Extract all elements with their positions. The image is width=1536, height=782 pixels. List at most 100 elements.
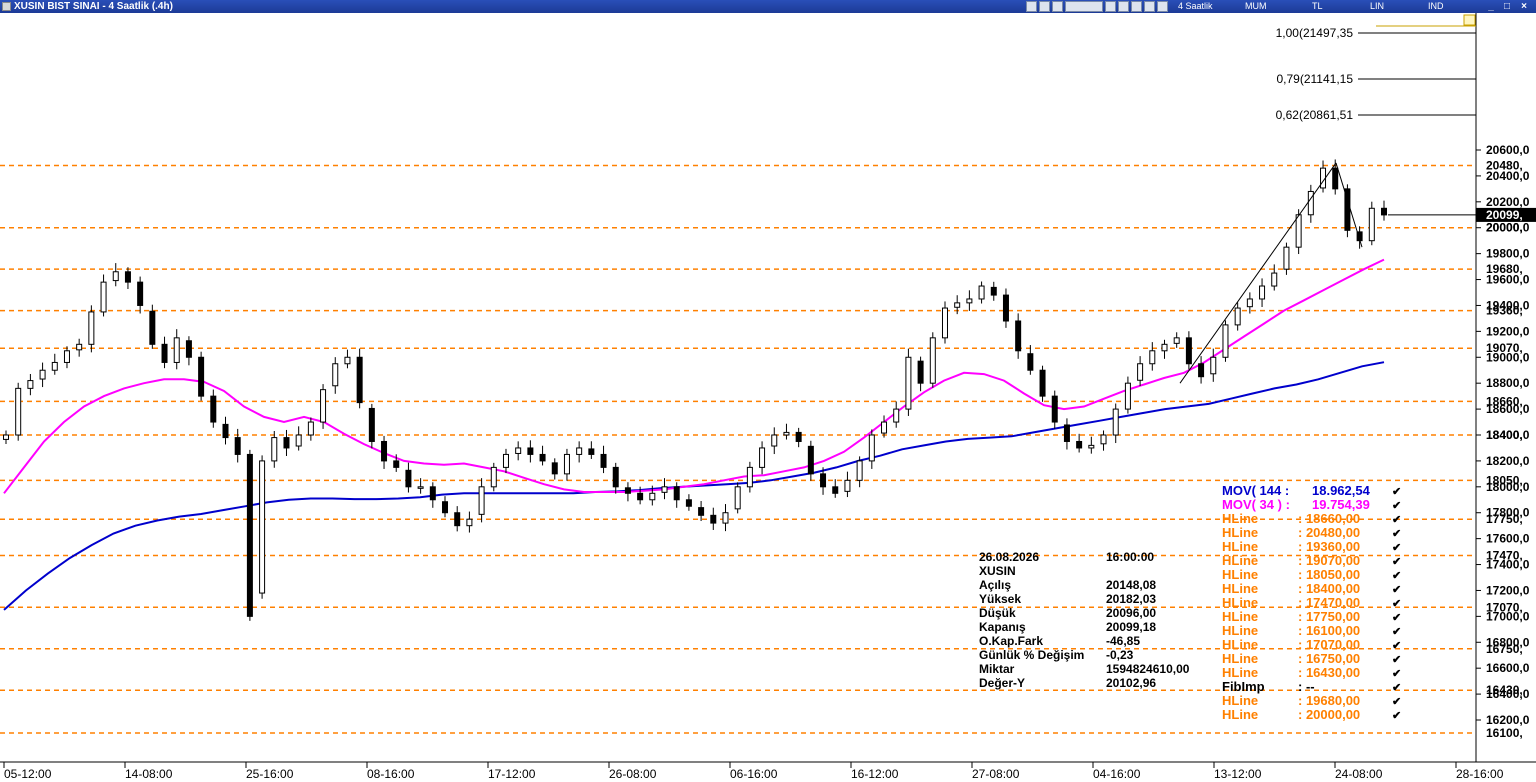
info-value: -0,23: [1106, 648, 1134, 662]
legend-value: 18.962,54: [1312, 483, 1371, 498]
y-tick-label: 17600,0: [1486, 532, 1530, 546]
ma34-polyline: [3, 258, 1385, 494]
indicator-legend: MOV( 144 : 18.962,54 ✔ MOV( 34 ) : 19.754,39…: [1222, 483, 1401, 722]
candle-body: [1161, 343, 1168, 352]
candle-body: [600, 453, 607, 468]
toolbar-btn-4[interactable]: [1105, 1, 1116, 12]
candle-body: [246, 453, 253, 617]
toolbar-btn-8[interactable]: [1157, 1, 1168, 12]
toolbar-btn-6[interactable]: [1131, 1, 1142, 12]
candle-body: [137, 281, 144, 306]
info-label: Günlük % Değişim: [979, 648, 1084, 662]
candle-body: [1002, 294, 1009, 322]
candle-body: [368, 407, 375, 442]
candle-body: [1112, 408, 1119, 436]
legend-checkmark-icon: ✔: [1392, 486, 1401, 498]
toolbar-btn-2[interactable]: [1039, 1, 1050, 12]
legend-name: HLine: [1222, 651, 1258, 666]
candle-body: [51, 361, 58, 371]
candle-body: [698, 507, 705, 516]
candle-body: [1283, 246, 1290, 270]
candle-body: [539, 453, 546, 462]
trend-lines: [1179, 162, 1363, 384]
candle-body: [259, 460, 266, 594]
toolbar: [1026, 1, 1168, 12]
candle-body: [1076, 440, 1083, 449]
candle-body: [637, 492, 644, 501]
legend-value: : 20480,00: [1298, 525, 1360, 540]
minimize-icon[interactable]: _: [1484, 1, 1498, 12]
info-label: Açılış: [979, 578, 1011, 592]
toolbar-btn-5[interactable]: [1118, 1, 1129, 12]
mode-candle[interactable]: MUM: [1245, 0, 1267, 13]
toolbar-btn-7[interactable]: [1144, 1, 1155, 12]
toolbar-btn-1[interactable]: [1026, 1, 1037, 12]
legend-checkmark-icon: ✔: [1392, 696, 1401, 708]
candle-body: [344, 356, 351, 365]
y-tick-label: 16600,0: [1486, 661, 1530, 675]
legend-checkmark-icon: ✔: [1392, 542, 1401, 554]
candle-body: [685, 499, 692, 507]
y-tick-label: 20200,0: [1486, 195, 1530, 209]
toolbar-field[interactable]: [1065, 1, 1103, 12]
info-value: 1594824610,00: [1106, 662, 1190, 676]
info-label: Miktar: [979, 662, 1015, 676]
info-label: Düşük: [979, 606, 1016, 620]
legend-checkmark-icon: ✔: [1392, 556, 1401, 568]
x-tick-label: 14-08:00: [125, 767, 173, 781]
candle-body: [149, 310, 156, 345]
candle-body: [405, 469, 412, 488]
candle-body: [612, 466, 619, 488]
candle-body: [1063, 424, 1070, 442]
legend-name: HLine: [1222, 539, 1258, 554]
candle-body: [746, 466, 753, 488]
candle-body: [661, 486, 668, 493]
candle-body: [1222, 324, 1229, 358]
fib-retrace-line: [1335, 162, 1363, 248]
y-tick-label: 18000,0: [1486, 480, 1530, 494]
info-label: Yüksek: [979, 592, 1021, 606]
candle-body: [1295, 214, 1302, 248]
candle-body: [1210, 356, 1217, 375]
scale-toggle-icon: [1463, 14, 1476, 26]
legend-name: HLine: [1222, 693, 1258, 708]
legend-name: HLine: [1222, 637, 1258, 652]
candle-body: [295, 434, 302, 447]
legend-checkmark-icon: ✔: [1392, 640, 1401, 652]
candle-body: [198, 356, 205, 397]
mode-indicator[interactable]: IND: [1428, 0, 1444, 13]
app-menu-icon[interactable]: [2, 2, 11, 11]
candle-body: [161, 343, 168, 363]
toolbar-btn-3[interactable]: [1052, 1, 1063, 12]
candle-body: [356, 356, 363, 404]
info-value: 20102,96: [1106, 676, 1156, 690]
candle-body: [551, 462, 558, 475]
info-value: 16:00:00: [1106, 550, 1154, 564]
candle-body: [1027, 353, 1034, 371]
mode-scale[interactable]: LIN: [1370, 0, 1384, 13]
y-tick-label: 17400,0: [1486, 558, 1530, 572]
candle-body: [1381, 207, 1387, 216]
x-tick-label: 27-08:00: [972, 767, 1020, 781]
info-value: 20148,08: [1106, 578, 1156, 592]
mode-period[interactable]: 4 Saatlik: [1178, 0, 1213, 13]
candle-body: [417, 486, 424, 489]
x-tick-label: 16-12:00: [851, 767, 899, 781]
price-chart[interactable]: 1,00(21497,350,79(21141,150,62(20861,51 …: [0, 13, 1536, 782]
candle-body: [929, 337, 936, 384]
x-tick-label: 28-16:00: [1456, 767, 1504, 781]
candle-body: [1149, 350, 1156, 365]
info-label: Kapanış: [979, 620, 1026, 634]
candle-body: [588, 448, 595, 455]
candle-body: [1124, 382, 1131, 410]
legend-value: : 19360,00: [1298, 539, 1360, 554]
close-icon[interactable]: ×: [1517, 1, 1531, 12]
ma34-line: [3, 258, 1385, 494]
legend-checkmark-icon: ✔: [1392, 612, 1401, 624]
legend-checkmark-icon: ✔: [1392, 570, 1401, 582]
candle-body: [283, 437, 290, 449]
legend-name: HLine: [1222, 525, 1258, 540]
maximize-icon[interactable]: □: [1500, 1, 1514, 12]
y-tick-label: 20000,0: [1486, 221, 1530, 235]
mode-currency[interactable]: TL: [1312, 0, 1323, 13]
